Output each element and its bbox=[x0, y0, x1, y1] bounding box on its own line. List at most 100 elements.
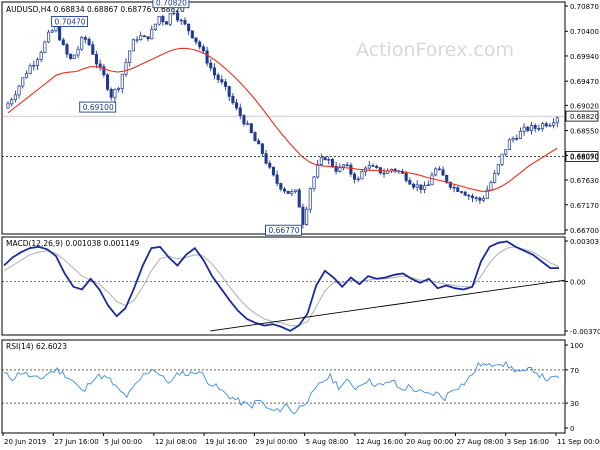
candle-body bbox=[408, 180, 412, 185]
price-annotation-label: 0.66770 bbox=[269, 226, 300, 235]
candle-body bbox=[10, 99, 14, 105]
candle-body bbox=[153, 23, 158, 30]
candle-body bbox=[518, 130, 522, 139]
candle-body bbox=[522, 126, 526, 132]
candle-body bbox=[496, 164, 500, 174]
candle-body bbox=[142, 35, 146, 38]
candle-body bbox=[72, 54, 76, 59]
candle-body bbox=[198, 41, 202, 48]
x-axis-label: 5 Jul 00:00 bbox=[105, 438, 143, 446]
candle-body bbox=[109, 88, 113, 98]
candle-body bbox=[268, 162, 272, 168]
candle-body bbox=[257, 140, 261, 145]
candle-body bbox=[117, 88, 121, 90]
candle-body bbox=[105, 74, 110, 90]
candle-body bbox=[183, 20, 187, 25]
candle-body bbox=[308, 188, 312, 210]
candle-body bbox=[330, 159, 334, 167]
candle-body bbox=[98, 63, 102, 68]
candle-body bbox=[150, 29, 154, 40]
candle-body bbox=[441, 169, 445, 176]
candle-body bbox=[94, 54, 99, 65]
candle-body bbox=[17, 85, 21, 96]
candle-body bbox=[83, 37, 87, 40]
candle-body bbox=[13, 94, 17, 100]
candle-body bbox=[434, 168, 438, 176]
candle-body bbox=[423, 185, 427, 190]
candle-body bbox=[146, 36, 150, 40]
macd-header: MACD(12,26,9) 0.001038 0.001149 bbox=[6, 239, 140, 248]
candle-body bbox=[555, 117, 559, 124]
candle-body bbox=[194, 37, 198, 43]
candle-body bbox=[157, 16, 161, 25]
candle-body bbox=[529, 124, 534, 131]
current-price-label: 0.68820 bbox=[570, 113, 599, 121]
candle-body bbox=[220, 79, 224, 83]
price-annotation-label: 0.70820 bbox=[156, 0, 187, 8]
candle-body bbox=[279, 183, 283, 190]
candle-body bbox=[437, 168, 441, 171]
candle-body bbox=[511, 138, 515, 141]
candle-body bbox=[69, 53, 73, 59]
candle-body bbox=[264, 153, 268, 164]
candle-body bbox=[541, 123, 545, 130]
candle-body bbox=[404, 173, 408, 181]
x-axis-label: 20 Jun 2019 bbox=[4, 438, 46, 446]
candle-body bbox=[474, 197, 478, 199]
candle-body bbox=[216, 74, 220, 80]
candle-body bbox=[47, 31, 51, 43]
candle-body bbox=[179, 19, 183, 22]
candle-body bbox=[305, 208, 309, 225]
candle-body bbox=[275, 174, 279, 184]
candle-body bbox=[223, 81, 228, 87]
candle-body bbox=[39, 52, 43, 60]
candle-body bbox=[415, 184, 419, 188]
candle-body bbox=[187, 23, 191, 32]
price-annotation-label: 0.69100 bbox=[83, 103, 114, 112]
candle-body bbox=[526, 126, 530, 131]
candle-body bbox=[28, 65, 32, 74]
candle-body bbox=[345, 164, 349, 166]
candle-body bbox=[452, 186, 456, 189]
candle-body bbox=[32, 65, 36, 67]
watermark-text: ActionForex.com bbox=[356, 39, 514, 61]
price-axis-label: 0.70870 bbox=[570, 3, 599, 11]
macd-axis-label: 0.00 bbox=[570, 278, 586, 286]
candle-body bbox=[61, 39, 65, 45]
chart-canvas[interactable]: ActionForex.com AUDUSD,H4 0.68834 0.6886… bbox=[0, 0, 600, 450]
candle-body bbox=[282, 188, 287, 192]
rsi-axis-label: 70 bbox=[570, 367, 579, 375]
candle-body bbox=[124, 62, 128, 75]
price-axis-label: 0.67630 bbox=[570, 177, 599, 185]
candle-body bbox=[238, 107, 242, 117]
rsi-axis-label: 30 bbox=[570, 400, 579, 408]
candle-body bbox=[246, 123, 250, 125]
candle-body bbox=[419, 184, 423, 190]
candle-body bbox=[371, 165, 375, 167]
candle-body bbox=[58, 25, 62, 41]
candle-body bbox=[301, 206, 305, 225]
candle-body bbox=[131, 39, 135, 52]
price-axis-label: 0.70400 bbox=[570, 28, 599, 36]
candle-body bbox=[21, 77, 25, 87]
candle-body bbox=[489, 182, 493, 191]
candle-body bbox=[139, 35, 143, 41]
candle-body bbox=[80, 37, 84, 50]
candle-body bbox=[316, 164, 320, 178]
candle-body bbox=[190, 30, 194, 39]
rsi-axis-label: 100 bbox=[570, 342, 583, 350]
candle-body bbox=[356, 178, 360, 181]
candle-body bbox=[552, 122, 556, 126]
candle-body bbox=[463, 191, 467, 196]
candle-body bbox=[312, 176, 316, 189]
x-axis-label: 5 Aug 08:00 bbox=[306, 438, 349, 446]
candle-body bbox=[493, 173, 497, 183]
candle-body bbox=[271, 166, 275, 176]
x-axis-label: 27 Aug 08:00 bbox=[456, 438, 503, 446]
candle-body bbox=[235, 102, 239, 109]
candle-body bbox=[249, 123, 253, 134]
x-axis-label: 12 Aug 16:00 bbox=[356, 438, 403, 446]
candle-body bbox=[352, 173, 357, 180]
candle-body bbox=[253, 132, 257, 142]
candle-body bbox=[360, 171, 364, 180]
